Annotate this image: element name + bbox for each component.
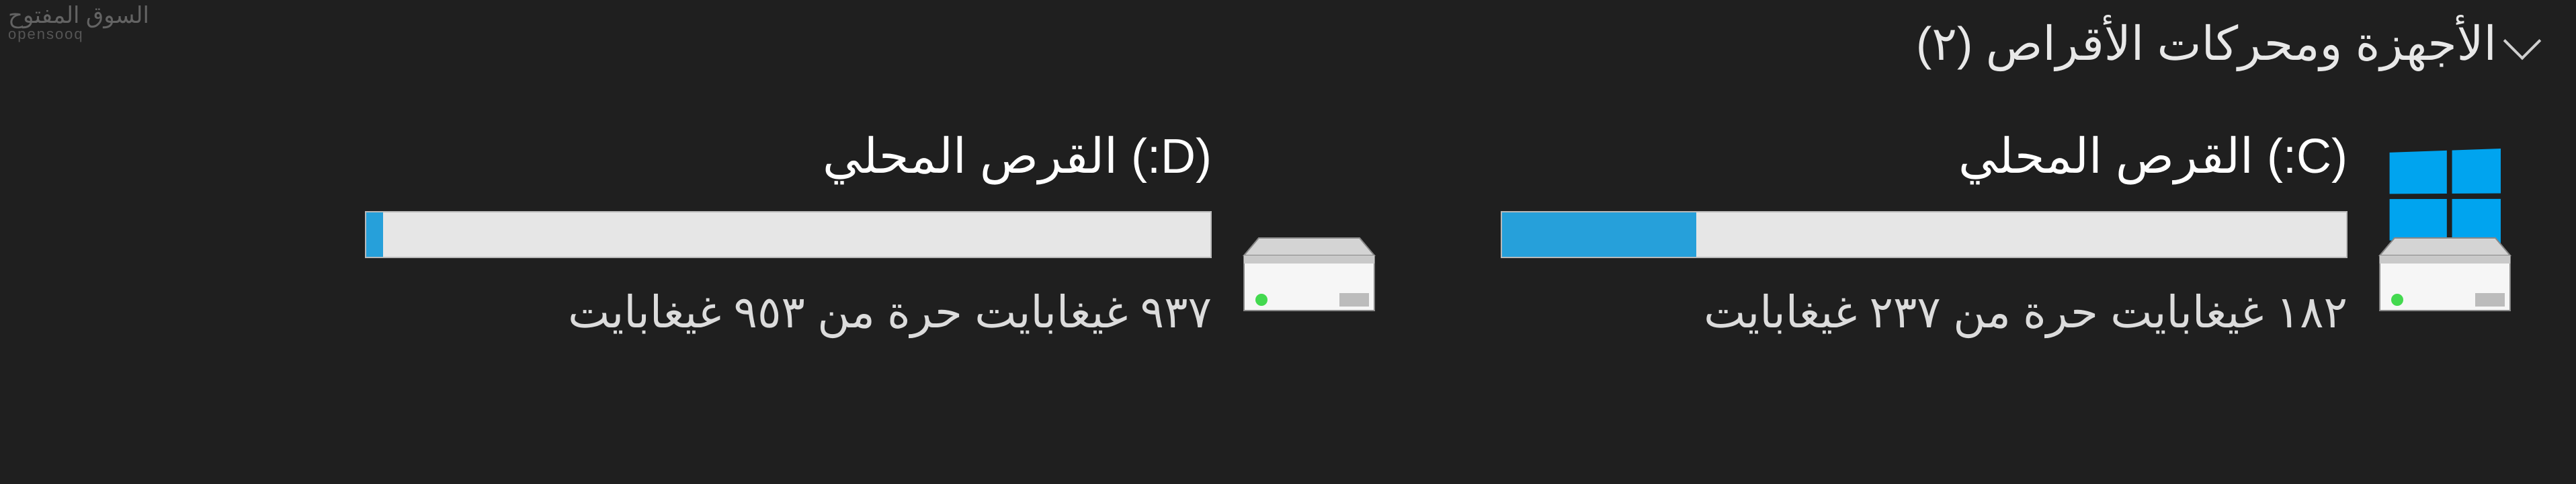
capacity-fill <box>1502 212 1696 257</box>
hdd-icon <box>2374 235 2516 316</box>
capacity-bar <box>365 211 1212 258</box>
drive-icon-d <box>1239 175 1380 316</box>
drive-item-d[interactable]: (D:) القرص المحلي ٩٣٧ غيغابايت حرة من ٩٥… <box>365 128 1380 338</box>
section-header[interactable]: الأجهزة ومحركات الأقراص (٢) <box>1916 16 2536 71</box>
drive-label: (D:) القرص المحلي <box>365 128 1212 184</box>
watermark-text: السوق المفتوح opensooq <box>8 4 149 42</box>
drive-label: (C:) القرص المحلي <box>1501 128 2348 184</box>
capacity-fill <box>366 212 383 257</box>
drive-freespace: ١٨٢ غيغابايت حرة من ٢٣٧ غيغابايت <box>1501 286 2348 338</box>
hdd-icon <box>1239 235 1380 316</box>
section-title: الأجهزة ومحركات الأقراص (٢) <box>1916 16 2497 71</box>
chevron-down-icon <box>2503 22 2542 61</box>
drive-item-c[interactable]: (C:) القرص المحلي ١٨٢ غيغابايت حرة من ٢٣… <box>1501 128 2516 338</box>
drives-container: (C:) القرص المحلي ١٨٢ غيغابايت حرة من ٢٣… <box>365 128 2516 338</box>
capacity-bar <box>1501 211 2348 258</box>
drive-icon-c <box>2374 175 2516 316</box>
drive-freespace: ٩٣٧ غيغابايت حرة من ٩٥٣ غيغابايت <box>365 286 1212 338</box>
